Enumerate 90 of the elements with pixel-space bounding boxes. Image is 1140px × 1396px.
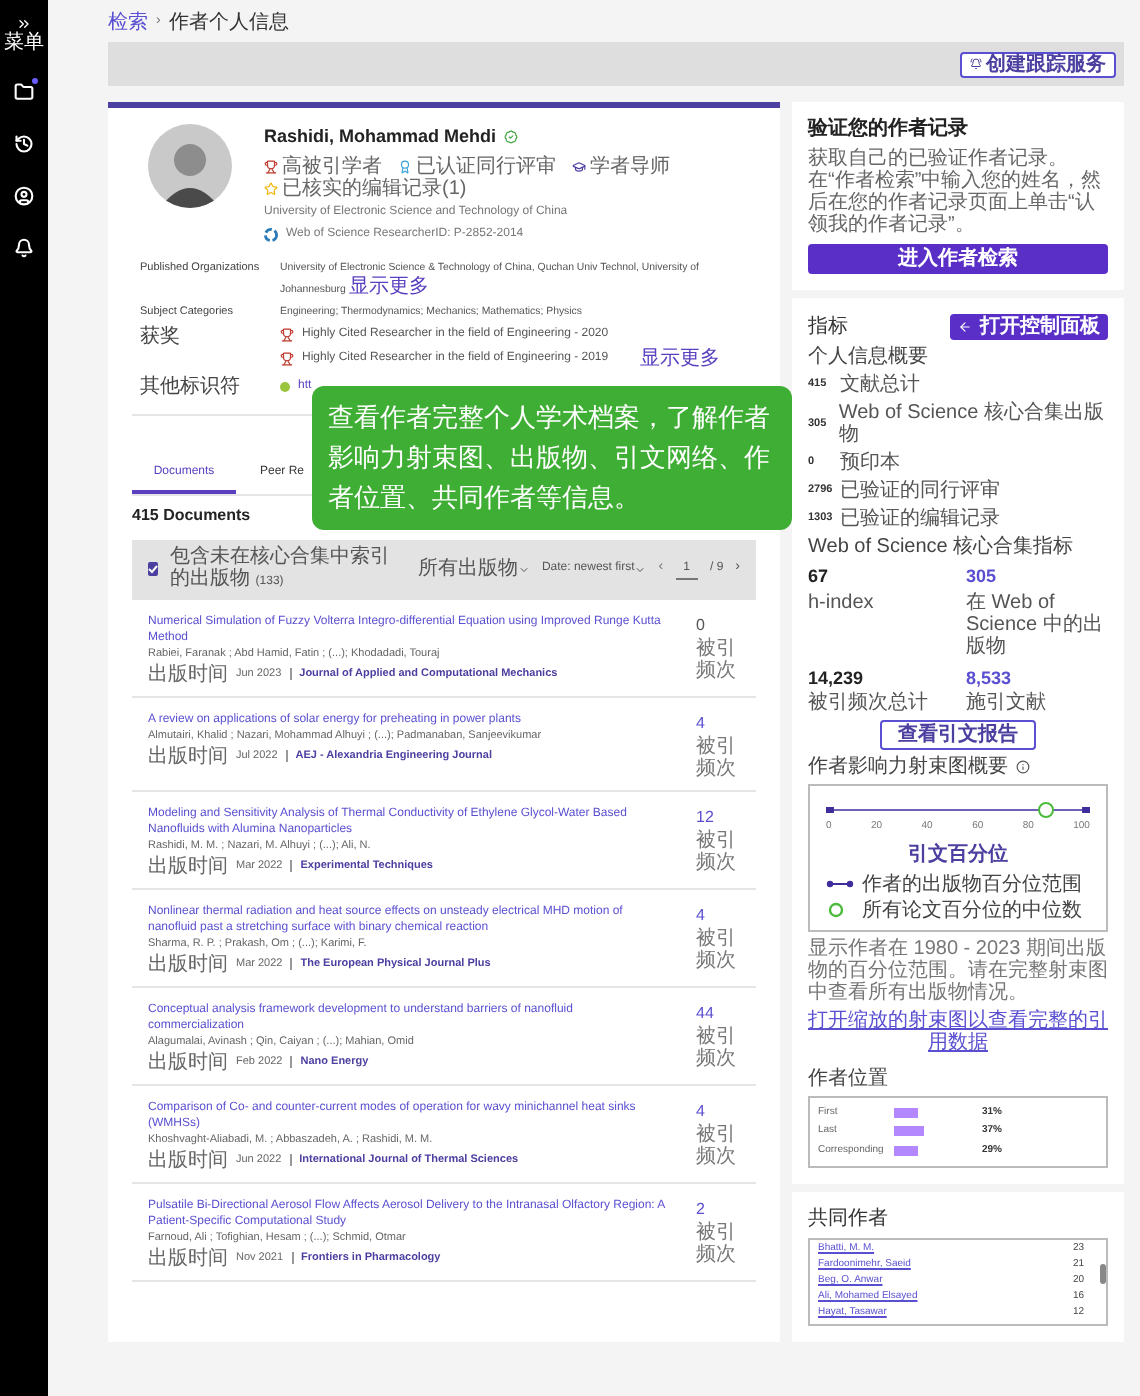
field-label: 其他标识符 <box>140 375 242 397</box>
show-more-link[interactable]: 显示更多 <box>348 275 429 297</box>
summary-label: 预印本 <box>840 452 900 474</box>
sidebar-icon-button[interactable] <box>10 130 38 158</box>
summary-label: Web of Science 核心合集出版物 <box>838 402 1106 446</box>
show-more-link[interactable]: 显示更多 <box>640 347 721 369</box>
metric-label: h-index <box>808 591 876 613</box>
bell-icon <box>14 238 34 258</box>
breadcrumb-link[interactable]: 检索 <box>108 12 148 34</box>
badge-label: 已认证同行评审 <box>416 155 556 177</box>
citation-count[interactable]: 44 <box>696 1001 740 1025</box>
citation-count: 0 <box>696 613 707 637</box>
summary-label: 文献总计 <box>840 374 920 396</box>
date-label: 出版时间 <box>148 953 228 975</box>
citation-count[interactable]: 12 <box>696 805 740 829</box>
ribbon-icon <box>398 159 412 173</box>
sidebar-icon-button[interactable] <box>10 182 38 210</box>
metric-label: 施引文献 <box>966 692 1048 714</box>
checkbox[interactable] <box>148 562 158 576</box>
metric-value: 14,239 <box>808 665 866 691</box>
scrollbar-thumb[interactable] <box>1100 1264 1106 1284</box>
legend-label: 作者的出版物百分位范围 <box>862 873 1082 895</box>
researcher-id-icon <box>264 227 278 241</box>
metric-value[interactable]: 8,533 <box>966 665 1108 692</box>
bell-icon <box>970 58 982 70</box>
type-dropdown[interactable]: 所有出版物 <box>417 558 530 580</box>
dashboard-button[interactable]: 打开控制面板 <box>950 314 1108 340</box>
beam-note: 显示作者在 1980 - 2023 期间出版物的百分位范围。请在完整射束图中查看所有出版物情况。 <box>808 937 1108 1003</box>
expand-icon <box>16 16 32 32</box>
badge-label: 学者导师 <box>590 155 670 177</box>
citation-label: 被引频次 <box>696 1221 736 1265</box>
badge-label: 高被引学者 <box>282 155 382 177</box>
graduation-cap-icon <box>572 159 586 173</box>
citation-count[interactable]: 4 <box>696 1099 740 1123</box>
range-legend-icon <box>826 880 854 888</box>
star-icon <box>264 181 278 195</box>
info-icon[interactable] <box>1016 760 1030 774</box>
card-title: 共同作者 <box>808 1208 890 1230</box>
trophy-icon <box>280 351 294 365</box>
citation-label: 被引频次 <box>696 637 736 681</box>
trophy-icon <box>280 327 294 341</box>
history-icon <box>14 134 34 154</box>
citation-count[interactable]: 2 <box>696 1197 740 1221</box>
author-name: Rashidi, Mohammad Mehdi <box>264 124 497 150</box>
create-alert-button[interactable]: 创建跟踪服务 <box>960 51 1116 77</box>
summary-label: 已验证的编辑记录 <box>840 508 1000 530</box>
sidebar-icon-button[interactable] <box>10 234 38 262</box>
date-label: 出版时间 <box>148 745 228 767</box>
metric-value[interactable]: 305 <box>966 564 1108 591</box>
beam-map-link[interactable]: 打开缩放的射束图以查看完整的引用数据 <box>808 1009 1108 1053</box>
section-title: 作者位置 <box>808 1067 890 1089</box>
date-label: 出版时间 <box>148 1247 228 1269</box>
metric-label: 在 Web of Science 中的出版物 <box>966 591 1105 657</box>
citation-label: 被引频次 <box>696 735 736 779</box>
date-label: 出版时间 <box>148 855 228 877</box>
folder-icon <box>14 82 34 102</box>
citation-label: 被引频次 <box>696 829 736 873</box>
chevron-down-icon <box>634 563 647 575</box>
citation-label: 被引频次 <box>696 1123 736 1167</box>
summary-label: 已验证的同行评审 <box>840 480 1000 502</box>
card-text: 获取自己的已验证作者记录。在“作者检索”中输入您的姓名，然后在您的作者记录页面上单击“认领我的作者记录”。 <box>808 148 1104 236</box>
trophy-icon <box>264 159 278 173</box>
card-title: 指标 <box>808 316 848 338</box>
info-overlay: 查看作者完整个人学术档案，了解作者影响力射束图、出版物、引文网络、作者位置、共同作者等信息。 <box>312 385 792 529</box>
card-title: 验证您的作者记录 <box>808 118 970 140</box>
badge-label: 已核实的编辑记录(1) <box>282 177 467 199</box>
field-label: 获奖 <box>140 325 182 351</box>
sidebar-icon-button[interactable] <box>10 78 38 106</box>
arrow-left-icon <box>958 320 972 334</box>
chevron-down-icon <box>517 563 530 575</box>
date-label: 出版时间 <box>148 1051 228 1073</box>
citation-count[interactable]: 4 <box>696 711 740 735</box>
date-label: 出版时间 <box>148 1149 228 1171</box>
legend-label: 所有论文百分位的中位数 <box>862 899 1082 921</box>
user-icon <box>14 186 34 206</box>
breadcrumb-current: 作者个人信息 <box>168 12 289 34</box>
section-title: 作者影响力射束图概要 <box>808 756 1008 778</box>
metric-value: 67 <box>808 564 831 590</box>
section-title: 个人信息概要 <box>808 346 930 368</box>
date-label: 出版时间 <box>148 663 228 685</box>
citation-report-button[interactable]: 查看引文报告 <box>880 720 1036 750</box>
citation-count[interactable]: 4 <box>696 903 740 927</box>
axis-title: 引文百分位 <box>908 843 1008 865</box>
citation-label: 被引频次 <box>696 927 736 971</box>
section-title: Web of Science 核心合集指标 <box>808 536 1076 558</box>
author-search-button[interactable]: 进入作者检索 <box>808 244 1108 274</box>
citation-label: 被引频次 <box>696 1025 736 1069</box>
documents-count: 415 Documents <box>132 503 251 527</box>
metric-label: 被引频次总计 <box>808 692 930 714</box>
menu-button[interactable]: 菜单 <box>4 16 44 54</box>
